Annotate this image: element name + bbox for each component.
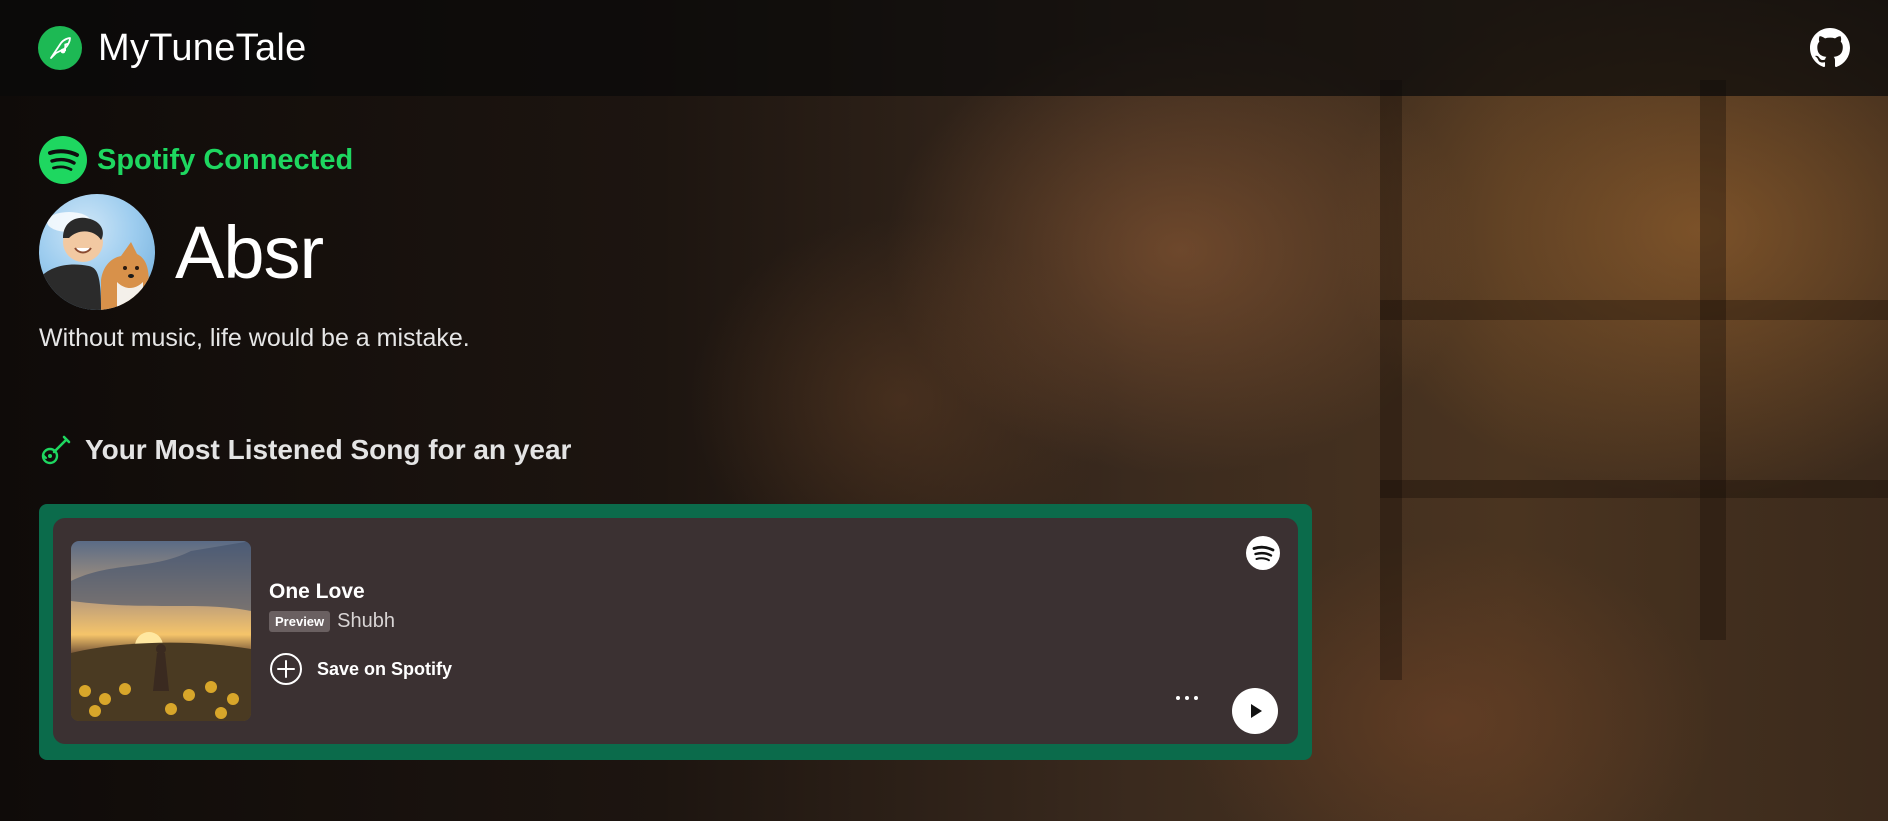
artist-row: Preview Shubh: [269, 610, 395, 633]
brand-name: MyTuneTale: [98, 26, 307, 69]
spotify-icon[interactable]: [1246, 536, 1280, 570]
save-label: Save on Spotify: [317, 658, 453, 679]
play-button[interactable]: [1232, 688, 1278, 734]
avatar[interactable]: [39, 194, 155, 310]
github-icon[interactable]: [1810, 28, 1850, 68]
tagline: Without music, life would be a mistake.: [39, 324, 470, 352]
username: Absr: [175, 210, 324, 294]
play-icon: [1251, 704, 1262, 718]
profile-header: Absr: [39, 194, 1339, 310]
section-title: Your Most Listened Song for an year: [39, 433, 1339, 467]
more-options-icon[interactable]: [1176, 690, 1198, 706]
track-title[interactable]: One Love: [269, 580, 365, 604]
section-title-text: Your Most Listened Song for an year: [85, 434, 572, 465]
guitar-icon: [41, 435, 71, 465]
brand[interactable]: MyTuneTale: [38, 26, 307, 70]
top-navbar: MyTuneTale: [0, 0, 1888, 96]
save-on-spotify-button[interactable]: Save on Spotify: [269, 652, 452, 686]
album-cover[interactable]: [71, 541, 251, 721]
add-circle-icon: [270, 653, 302, 685]
spotify-icon: [39, 136, 87, 184]
song-card-container: One Love Preview Shubh Save on Spotify: [39, 504, 1312, 760]
profile-content: Spotify Connected Absr Without music, li…: [39, 136, 1339, 467]
preview-badge: Preview: [269, 611, 331, 632]
spotify-status: Spotify Connected: [39, 136, 1339, 184]
artist-name[interactable]: Shubh: [337, 610, 395, 633]
feather-music-icon: [38, 26, 82, 70]
song-card: One Love Preview Shubh Save on Spotify: [53, 518, 1298, 744]
spotify-status-label: Spotify Connected: [97, 143, 354, 176]
